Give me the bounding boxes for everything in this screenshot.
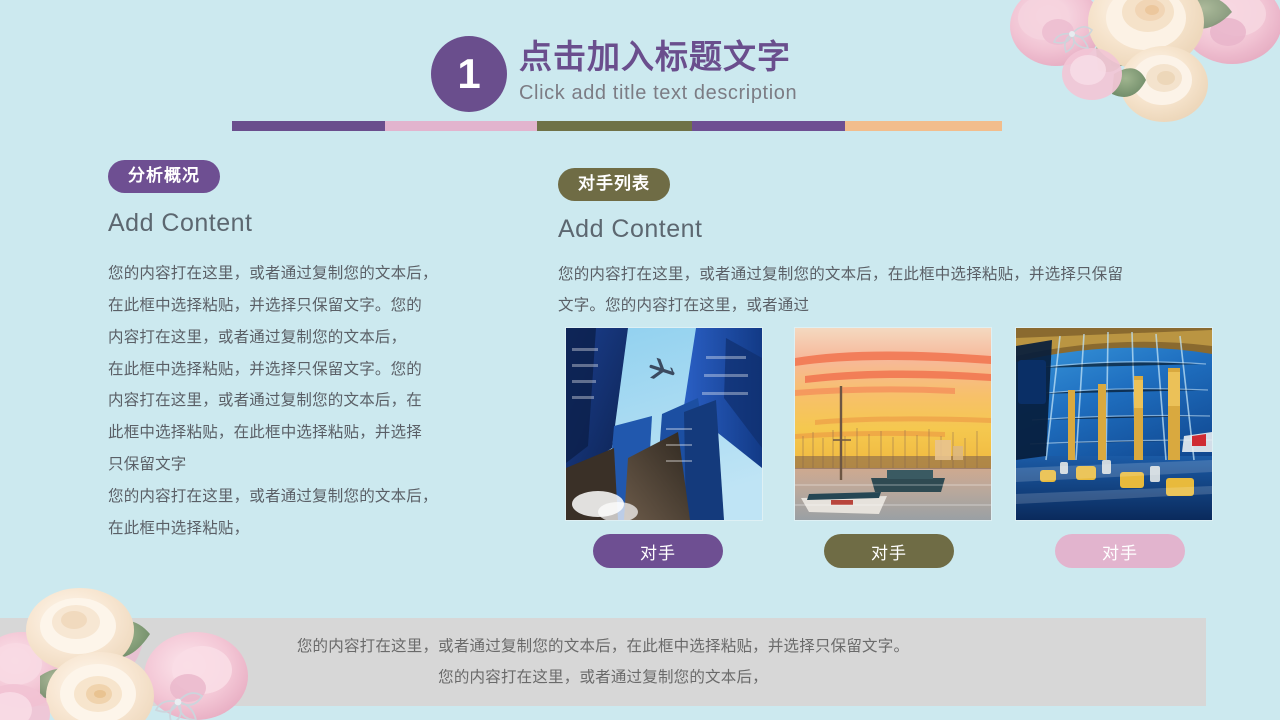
text-line: 在此框中选择粘贴，并选择只保留文字。您的	[108, 360, 423, 378]
text-line: 文字。您的内容打在这里，或者通过	[558, 296, 810, 314]
text-line: 在此框中选择粘贴，	[108, 519, 250, 537]
segment-pink	[385, 121, 537, 131]
page-subtitle: Click add title text description	[519, 81, 798, 104]
right-content-column: 对手列表 Add Content 您的内容打在这里，或者通过复制您的文本后，在此…	[558, 168, 1198, 321]
thumbnail-airport-terminal[interactable]	[1016, 328, 1212, 520]
slide-canvas: 1 点击加入标题文字 Click add title text descript…	[0, 0, 1280, 720]
thumbnail-caption-1[interactable]: 对手	[593, 534, 723, 568]
text-line: 只保留文字	[108, 455, 187, 473]
segment-orange	[845, 121, 1002, 131]
thumbnail-caption-3[interactable]: 对手	[1055, 534, 1185, 568]
thumbnail-caption-row: 对手 对手 对手	[560, 534, 1212, 568]
text-line: 您的内容打在这里，或者通过复制您的文本后，	[108, 487, 438, 505]
bottom-text-line-2: 您的内容打在这里，或者通过复制您的文本后，	[438, 669, 768, 686]
text-line: 内容打在这里，或者通过复制您的文本后，在	[108, 392, 423, 410]
text-line: 您的内容打在这里，或者通过复制您的文本后，在此框中选择粘贴，并选择只保留	[558, 266, 1124, 284]
bottom-summary-bar: 您的内容打在这里，或者通过复制您的文本后，在此框中选择粘贴，并选择只保留文字。 …	[0, 618, 1206, 706]
text-line: 您的内容打在这里，或者通过复制您的文本后，	[108, 265, 438, 283]
left-body-text: 您的内容打在这里，或者通过复制您的文本后， 在此框中选择粘贴，并选择只保留文字。您…	[108, 258, 498, 544]
section-number-badge: 1	[431, 36, 507, 112]
thumbnail-caption-2[interactable]: 对手	[824, 534, 954, 568]
slide-header: 1 点击加入标题文字 Click add title text descript…	[0, 0, 1280, 140]
text-line: 在此框中选择粘贴，并选择只保留文字。您的	[108, 297, 423, 315]
page-title: 点击加入标题文字	[519, 38, 791, 75]
left-section-pill[interactable]: 分析概况	[108, 160, 220, 194]
right-body-text: 您的内容打在这里，或者通过复制您的文本后，在此框中选择粘贴，并选择只保留 文字。您…	[558, 260, 1190, 320]
left-heading: Add Content	[108, 209, 253, 238]
text-line: 内容打在这里，或者通过复制您的文本后，	[108, 328, 407, 346]
segment-olive	[537, 121, 692, 131]
segment-violet	[692, 121, 845, 131]
thumbnail-skyscrapers[interactable]	[566, 328, 762, 520]
segment-purple	[232, 121, 385, 131]
thumbnail-gallery	[560, 328, 1212, 520]
left-content-column: 分析概况 Add Content 您的内容打在这里，或者通过复制您的文本后， 在此…	[108, 160, 498, 544]
text-line: 此框中选择粘贴，在此框中选择粘贴，并选择	[108, 424, 423, 442]
color-divider-bar	[232, 121, 1002, 131]
right-section-pill[interactable]: 对手列表	[558, 168, 670, 202]
thumbnail-harbor-sunset[interactable]	[795, 328, 991, 520]
right-heading: Add Content	[558, 215, 703, 244]
title-block: 点击加入标题文字 Click add title text descriptio…	[519, 38, 797, 106]
bottom-text-line-1: 您的内容打在这里，或者通过复制您的文本后，在此框中选择粘贴，并选择只保留文字。	[296, 638, 910, 655]
